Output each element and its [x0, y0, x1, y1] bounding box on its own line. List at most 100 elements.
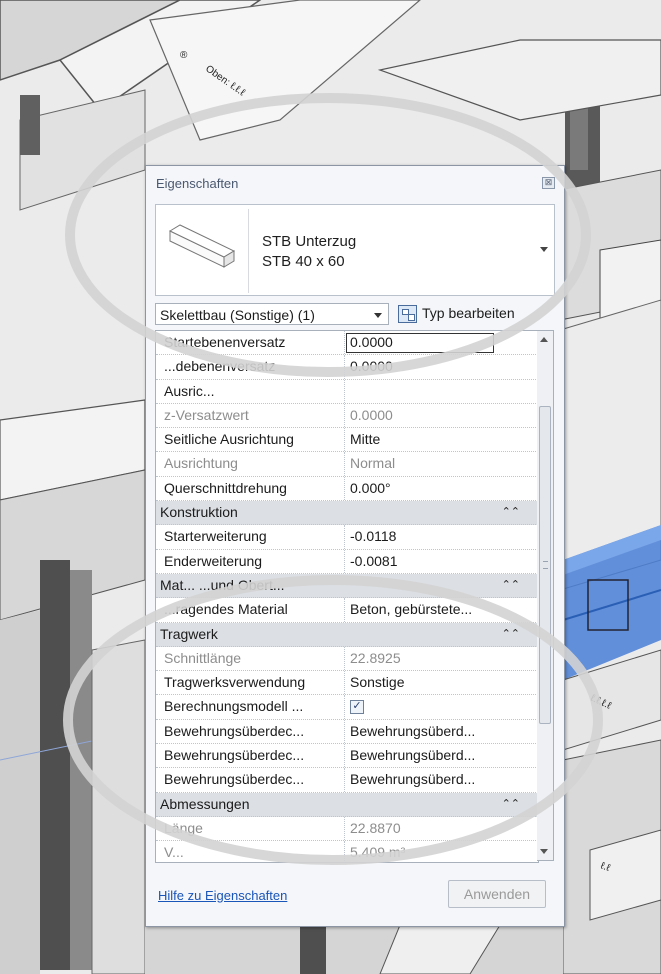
column-divider	[344, 768, 346, 792]
property-name: Querschnittdrehung	[164, 479, 287, 496]
type-selector[interactable]: STB Unterzug STB 40 x 60	[155, 204, 555, 296]
property-value[interactable]: -0.0118	[350, 525, 532, 548]
property-value[interactable]: 0.0000	[346, 333, 494, 353]
grid-scrollbar[interactable]	[537, 330, 554, 861]
type-size-name: STB 40 x 60	[262, 253, 345, 270]
property-row[interactable]: Starterweiterung -0.0118	[156, 525, 538, 550]
section-label: Abmessungen	[160, 795, 250, 812]
edit-type-label: Typ bearbeiten	[422, 305, 515, 321]
property-name: Starterweiterung	[164, 528, 267, 545]
category-filter-value: Skelettbau (Sonstige) (1)	[160, 307, 315, 323]
property-name: Bewehrungsüberdec...	[164, 747, 305, 764]
help-link[interactable]: Hilfe zu Eigenschaften	[158, 888, 287, 903]
property-row[interactable]: Länge 22.8870	[156, 816, 538, 842]
column-divider	[344, 379, 346, 403]
property-name: Bewehrungsüberdec...	[164, 722, 305, 739]
column-divider	[344, 816, 346, 841]
property-value[interactable]: Sonstige	[350, 671, 532, 694]
grip-icon	[543, 561, 548, 569]
property-row[interactable]: Enderweiterung -0.0081	[156, 549, 538, 574]
section-header[interactable]: Konstruktion ⌃⌃	[156, 501, 538, 526]
property-value: Normal	[350, 455, 396, 472]
column-divider	[344, 841, 346, 862]
column-divider	[344, 428, 346, 452]
collapse-icon[interactable]: ⌃⌃	[502, 623, 520, 646]
property-name: ...debenenversatz	[164, 358, 276, 375]
property-name: Ausric...	[164, 382, 215, 399]
property-name: Ausrichtung	[164, 455, 238, 472]
property-row[interactable]: Bewehrungsüberdec... Bewehrungsüberd...	[156, 768, 538, 793]
edit-type-icon	[398, 305, 417, 323]
collapse-icon[interactable]: ⌃⌃	[502, 501, 520, 524]
property-row[interactable]: Bewehrungsüberdec... Bewehrungsüberd...	[156, 719, 538, 745]
property-row[interactable]: ...ragendes Material Beton, gebürstete...	[156, 598, 538, 623]
column-divider	[344, 549, 346, 573]
property-row[interactable]: Ausric...	[156, 379, 538, 404]
section-label: Tragwerk	[160, 625, 218, 642]
property-name: V...	[164, 844, 184, 861]
property-row[interactable]: z-Versatzwert 0.0000	[156, 403, 538, 429]
property-value[interactable]: Bewehrungsüberd...	[350, 744, 532, 767]
type-family-name: STB Unterzug	[262, 233, 357, 250]
category-filter-select[interactable]: Skelettbau (Sonstige) (1)	[155, 303, 389, 325]
section-header[interactable]: Abmessungen ⌃⌃	[156, 792, 538, 817]
svg-text:®: ®	[180, 50, 188, 61]
property-row[interactable]: Querschnittdrehung 0.000°	[156, 476, 538, 502]
property-value[interactable]: Beton, gebürstete...	[350, 598, 532, 621]
property-row[interactable]: Tragwerksverwendung Sonstige	[156, 671, 538, 696]
property-value[interactable]: Bewehrungsüberd...	[350, 768, 532, 791]
scroll-down-icon[interactable]	[540, 849, 548, 854]
property-value[interactable]: -0.0081	[350, 550, 532, 573]
property-name: Enderweiterung	[164, 552, 263, 569]
scroll-up-icon[interactable]	[540, 337, 548, 342]
palette-title-bar[interactable]: Eigenschaften ⊠	[146, 166, 564, 200]
section-header[interactable]: Mat... ...und Obert... ⌃⌃	[156, 573, 538, 599]
property-row[interactable]: Bewehrungsüberdec... Bewehrungsüberd...	[156, 744, 538, 769]
property-name: Schnittlänge	[164, 649, 242, 666]
column-divider	[344, 598, 346, 622]
scroll-thumb[interactable]	[539, 406, 551, 724]
property-row[interactable]: ...debenenversatz 0.0000	[156, 355, 538, 380]
collapse-icon[interactable]: ⌃⌃	[502, 793, 520, 816]
property-value[interactable]: 0.000°	[350, 477, 532, 500]
edit-type-button[interactable]: Typ bearbeiten	[395, 303, 555, 325]
property-row[interactable]: Berechnungsmodell ... ✓	[156, 695, 538, 720]
section-label: Konstruktion	[160, 504, 238, 521]
column-divider	[344, 452, 346, 476]
property-value: 22.8925	[350, 649, 401, 666]
filter-row: Skelettbau (Sonstige) (1) Typ bearbeiten	[155, 303, 555, 325]
property-row[interactable]: Ausrichtung Normal	[156, 452, 538, 477]
property-name: Bewehrungsüberdec...	[164, 771, 305, 788]
property-row[interactable]: Seitliche Ausrichtung Mitte	[156, 428, 538, 453]
property-row[interactable]: Startebenenversatz 0.0000	[156, 331, 538, 356]
checkbox[interactable]: ✓	[350, 700, 364, 715]
property-value[interactable]	[350, 380, 532, 403]
section-header[interactable]: Tragwerk ⌃⌃	[156, 622, 538, 647]
column-divider	[344, 476, 346, 501]
property-value: 22.8870	[350, 819, 401, 836]
property-value: 0.0000	[350, 406, 393, 423]
property-row[interactable]: V... 5.409 m³	[156, 841, 538, 862]
chevron-down-icon[interactable]	[540, 247, 548, 252]
properties-palette: Eigenschaften ⊠ STB Unterzug STB 40 x 60…	[145, 165, 565, 927]
property-value[interactable]: 0.0000	[350, 355, 532, 378]
apply-button[interactable]: Anwenden	[448, 880, 546, 908]
column-divider	[344, 403, 346, 428]
property-name: z-Versatzwert	[164, 406, 249, 423]
property-value: 5.409 m³	[350, 844, 406, 861]
column-divider	[344, 646, 346, 671]
property-value[interactable]: Bewehrungsüberd...	[350, 720, 532, 743]
collapse-icon[interactable]: ⌃⌃	[502, 574, 520, 597]
column-divider	[344, 719, 346, 744]
section-label: Mat... ...und Obert...	[160, 576, 285, 593]
chevron-down-icon[interactable]	[374, 313, 382, 318]
column-divider	[344, 525, 346, 549]
palette-title: Eigenschaften	[156, 176, 239, 191]
property-name: Tragwerksverwendung	[164, 674, 306, 691]
property-value[interactable]: Mitte	[350, 428, 532, 451]
property-row[interactable]: Schnittlänge 22.8925	[156, 646, 538, 672]
close-icon[interactable]: ⊠	[542, 177, 555, 189]
property-name: ...ragendes Material	[164, 601, 288, 618]
property-name: Länge	[164, 819, 203, 836]
property-name: Seitliche Ausrichtung	[164, 431, 294, 448]
